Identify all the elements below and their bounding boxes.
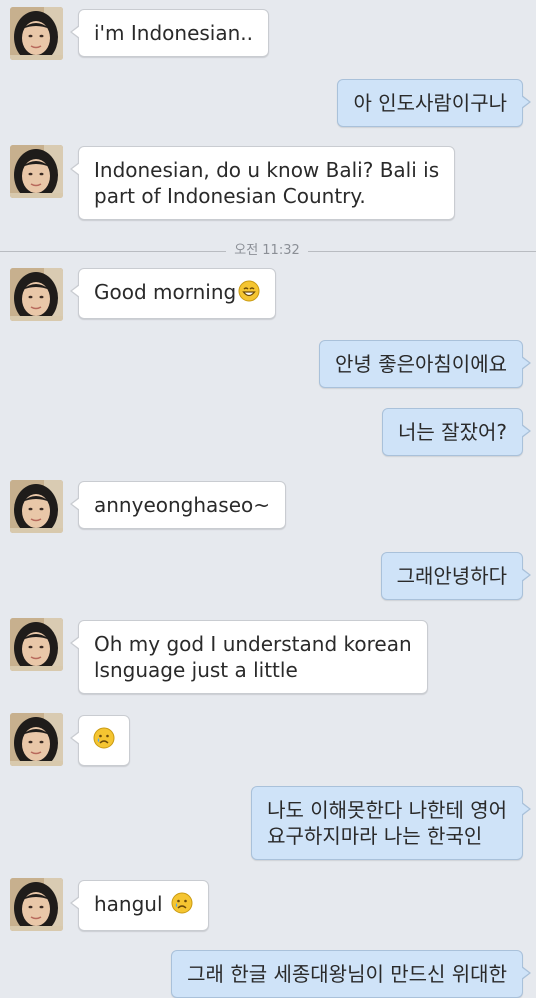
message-text-line: lsnguage just a little — [94, 658, 298, 682]
outgoing-message[interactable]: 나도 이해못한다 나한테 영어 요구하지마라 나는 한국인 — [251, 786, 531, 860]
crying-face-emoji-icon — [93, 727, 115, 755]
chat-thread[interactable]: i'm Indonesian.. 아 인도사람이구나 Indonesian, d… — [0, 0, 536, 998]
incoming-message[interactable]: Indonesian, do u know Bali? Bali is part… — [69, 146, 456, 220]
message-text: hangul — [94, 892, 163, 916]
message-text: 너는 잘잤어? — [398, 420, 507, 444]
message-text: 그래 한글 세종대왕님이 만드신 위대한 — [187, 962, 507, 986]
incoming-message[interactable] — [70, 715, 130, 766]
message-text: 그래안녕하다 — [396, 564, 507, 588]
outgoing-message[interactable]: 안녕 좋은아침이에요 — [319, 340, 531, 388]
incoming-message[interactable]: hangul — [70, 880, 209, 931]
contact-avatar[interactable] — [10, 7, 63, 60]
message-text: i'm Indonesian.. — [94, 21, 254, 45]
outgoing-message[interactable]: 그래안녕하다 — [380, 552, 532, 600]
incoming-message[interactable]: Good morning — [69, 268, 277, 319]
incoming-message[interactable]: Oh my god I understand korean lsnguage j… — [70, 620, 428, 694]
contact-avatar[interactable] — [10, 713, 63, 766]
message-text: 아 인도사람이구나 — [353, 91, 507, 115]
incoming-message[interactable]: i'm Indonesian.. — [69, 9, 270, 57]
message-text-line: 요구하지마라 나는 한국인 — [267, 824, 483, 848]
grinning-face-emoji-icon — [238, 280, 260, 308]
outgoing-message[interactable]: 그래 한글 세종대왕님이 만드신 위대한 — [171, 950, 531, 998]
crying-face-emoji-icon — [171, 892, 193, 920]
message-text-line: 나도 이해못한다 나한테 영어 — [267, 798, 507, 822]
divider-line — [308, 251, 536, 252]
message-text-line: Indonesian, do u know Bali? Bali is — [94, 158, 440, 182]
incoming-message[interactable]: annyeonghaseo~ — [69, 481, 287, 529]
message-text-line: Oh my god I understand korean — [94, 632, 412, 656]
contact-avatar[interactable] — [10, 878, 63, 931]
outgoing-message[interactable]: 너는 잘잤어? — [382, 408, 531, 456]
divider-timestamp: 오전 11:32 — [234, 243, 300, 258]
contact-avatar[interactable] — [10, 268, 63, 321]
message-text-line: part of Indonesian Country. — [94, 184, 366, 208]
contact-avatar[interactable] — [10, 618, 63, 671]
message-text: Good morning — [94, 280, 237, 304]
outgoing-message[interactable]: 아 인도사람이구나 — [337, 79, 531, 127]
contact-avatar[interactable] — [10, 480, 63, 533]
message-text: 안녕 좋은아침이에요 — [335, 352, 507, 376]
contact-avatar[interactable] — [10, 145, 63, 198]
divider-line — [0, 251, 226, 252]
time-divider: 오전 11:32 — [0, 241, 536, 261]
message-text: annyeonghaseo~ — [94, 493, 271, 517]
